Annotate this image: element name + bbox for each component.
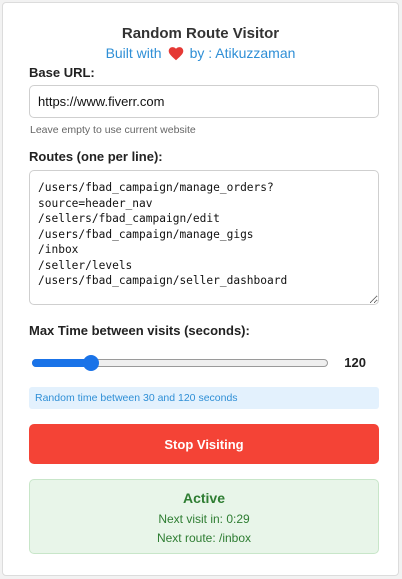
max-time-value: 120 xyxy=(344,355,366,370)
base-url-input[interactable] xyxy=(29,85,379,118)
next-visit-text: Next visit in: 0:29 xyxy=(158,512,250,526)
max-time-slider[interactable] xyxy=(32,354,328,372)
status-title: Active xyxy=(182,490,226,506)
stop-visiting-button[interactable]: Stop Visiting xyxy=(29,424,379,464)
status-box: Active Next visit in: 0:29 Next route: /… xyxy=(29,479,379,554)
routes-textarea[interactable]: /users/fbad_campaign/manage_orders? sour… xyxy=(29,170,379,305)
next-route-text: Next route: /inbox xyxy=(156,531,252,545)
built-with-text: Built with xyxy=(105,45,162,61)
visitor-panel: Random Route Visitor Built with by : Ati… xyxy=(2,2,399,576)
base-url-label: Base URL: xyxy=(29,65,95,80)
max-time-label: Max Time between visits (seconds): xyxy=(29,323,250,338)
author-text: by : Atikuzzaman xyxy=(189,45,296,61)
routes-label: Routes (one per line): xyxy=(29,149,163,164)
page-title: Random Route Visitor xyxy=(121,25,280,42)
heart-icon xyxy=(168,47,183,61)
slider-thumb[interactable] xyxy=(83,355,100,371)
byline: Built with by : Atikuzzaman xyxy=(3,45,398,61)
base-url-hint: Leave empty to use current website xyxy=(30,124,196,136)
time-range-info: Random time between 30 and 120 seconds xyxy=(29,387,379,409)
